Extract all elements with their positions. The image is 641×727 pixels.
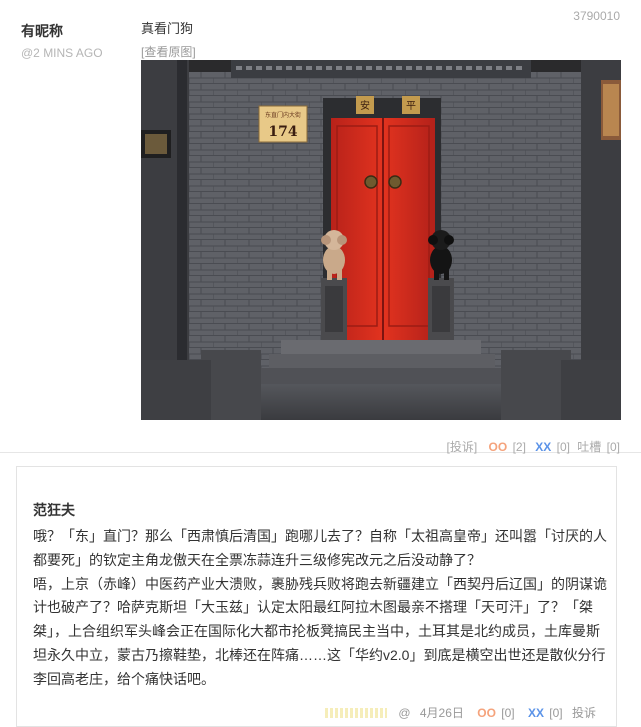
comment-oo-icon[interactable]: OO (477, 706, 496, 720)
comment-card: 范狂夫 哦？「东」直门？那么「西肃慎后清国」跑哪儿去了？自称「太祖高皇帝」还叫嚣… (16, 466, 617, 727)
tucao-count: [0] (606, 439, 620, 454)
comment-report-link[interactable]: 投诉 (572, 704, 596, 721)
plaque-street-text: 东直门内大街 (265, 111, 301, 119)
sign-char-left: 安 (360, 99, 370, 112)
tucao-link[interactable]: 吐槽 (577, 438, 601, 455)
comment-paragraph: 哦？「东」直门？那么「西肃慎后清国」跑哪儿去了？自称「太祖高皇帝」还叫嚣「讨厌的… (33, 528, 607, 568)
post-image[interactable]: 东直门内大街 174 安 平 (141, 60, 621, 420)
oo-icon[interactable]: OO (489, 440, 508, 454)
post-time: @2 MINS AGO (21, 46, 103, 60)
sign-char-right: 平 (406, 101, 416, 112)
author-name: 有昵称 (21, 23, 63, 39)
comment-xx-count: [0] (549, 705, 563, 720)
comment-date: 4月26日 (419, 706, 464, 720)
view-original-link[interactable]: [查看原图] (141, 43, 621, 60)
at-sign: @ (398, 705, 411, 720)
comment-paragraph: 唔，上京（赤峰）中医药产业大溃败，裹胁残兵败将跑去新疆建立「西契丹后辽国」的阴谋… (33, 575, 607, 687)
oo-count: [2] (512, 439, 526, 454)
comment-xx-icon[interactable]: XX (528, 706, 544, 720)
post-actions: [投诉] OO [2] XX [0] 吐槽 [0] (447, 438, 620, 455)
post-text: 真看门狗 (141, 21, 194, 36)
post-content: 真看门狗 [查看原图] (141, 18, 621, 60)
comment-author-mark (324, 707, 387, 718)
post-author: 有昵称 @2 MINS AGO (21, 21, 103, 60)
comment-oo-count: [0] (501, 705, 515, 720)
report-link[interactable]: [投诉] (447, 438, 478, 455)
xx-icon[interactable]: XX (535, 440, 551, 454)
xx-count: [0] (556, 439, 570, 454)
comment-footer: @ 4月26日 OO [0] XX [0] 投诉 (324, 704, 596, 721)
plaque-number-text: 174 (268, 124, 297, 140)
comment-body: 哦？「东」直门？那么「西肃慎后清国」跑哪儿去了？自称「太祖高皇帝」还叫嚣「讨厌的… (33, 525, 608, 692)
comment-author: 范狂夫 (33, 502, 75, 518)
post-card: 3790010 有昵称 @2 MINS AGO 真看门狗 [查看原图] 东直门内… (0, 0, 641, 455)
